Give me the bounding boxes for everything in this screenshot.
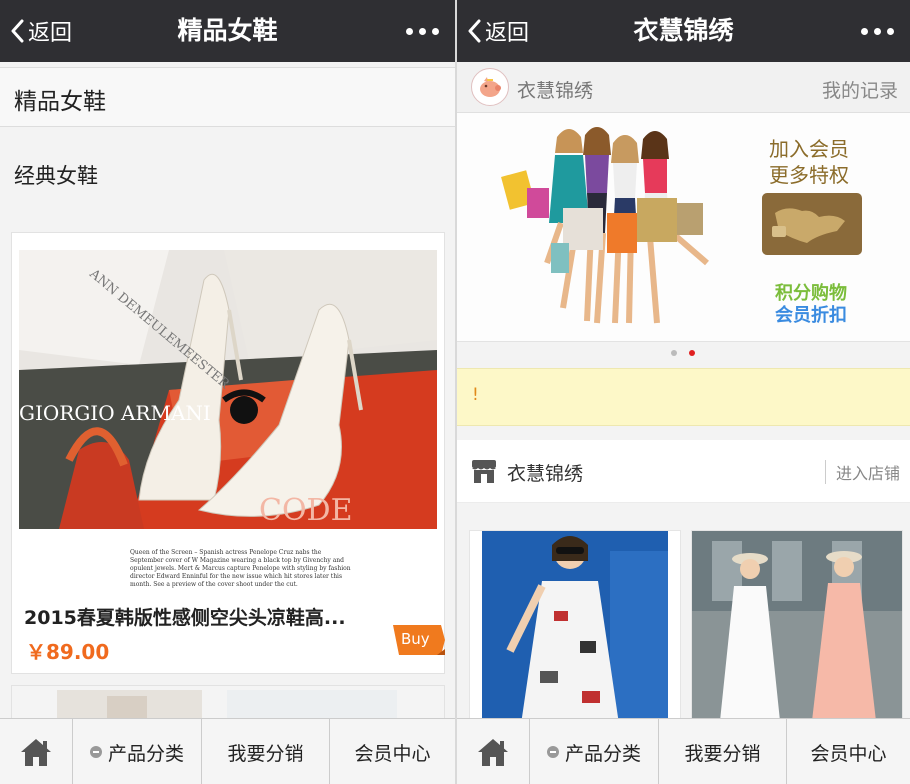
promo-banner[interactable]: 加入会员 更多特权 积分购物 会员折扣 — [457, 113, 910, 342]
product-name[interactable]: 2015春夏韩版性感侧空尖头凉鞋高... — [24, 603, 346, 630]
bottom-tab-bar: 产品分类 我要分销 会员中心 — [457, 718, 910, 784]
category-title: 精品女鞋 — [14, 89, 106, 115]
more-options-icon[interactable] — [406, 0, 439, 62]
tab-distribute[interactable]: 我要分销 — [658, 719, 786, 784]
carousel-dot[interactable] — [671, 350, 677, 356]
right-screen: 返回 衣慧锦绣 衣慧锦绣 我的记录 加入会员 更多特权 积分购物 会员折扣 ! … — [457, 0, 910, 784]
product-card[interactable]: ANN DEMEULEMEESTER GIORGIO ARMANI CODE Q… — [11, 232, 445, 674]
product-price: ￥89.00 — [26, 640, 110, 664]
back-label: 返回 — [485, 21, 530, 46]
bottom-tab-bar: 产品分类 我要分销 会员中心 — [0, 718, 455, 784]
my-records-link[interactable]: 我的记录 — [822, 76, 898, 103]
minus-circle-icon — [89, 746, 102, 758]
back-chevron-icon — [468, 19, 481, 43]
back-chevron-icon — [11, 19, 24, 43]
piggy-bank-icon — [480, 77, 501, 97]
product-image[interactable] — [692, 531, 902, 731]
carousel-indicator[interactable] — [671, 350, 695, 356]
tab-label: 会员中心 — [354, 742, 431, 765]
top-nav-bar: 返回 衣慧锦绣 — [457, 0, 910, 62]
home-icon — [21, 739, 51, 766]
more-options-icon[interactable] — [861, 0, 894, 62]
tab-product-category[interactable]: 产品分类 — [529, 719, 658, 784]
enter-shop-link[interactable]: 进入店铺 — [824, 460, 900, 484]
storefront-icon — [472, 460, 496, 483]
store-avatar[interactable] — [471, 68, 509, 106]
product-image[interactable]: ANN DEMEULEMEESTER GIORGIO ARMANI CODE — [19, 250, 437, 529]
tab-distribute[interactable]: 我要分销 — [201, 719, 329, 784]
top-nav-bar: 返回 精品女鞋 — [0, 0, 455, 62]
product-image[interactable] — [470, 531, 680, 731]
home-tab[interactable] — [0, 719, 72, 784]
home-icon — [478, 739, 508, 766]
tab-product-category[interactable]: 产品分类 — [72, 719, 201, 784]
banner-line-1: 加入会员 — [769, 137, 849, 161]
left-screen: 返回 精品女鞋 精品女鞋 经典女鞋 ANN DEMEULEMEESTER GIO… — [0, 0, 455, 784]
shop-name: 衣慧锦绣 — [507, 463, 584, 485]
buy-button[interactable]: Buy — [393, 625, 445, 655]
banner-line-2: 更多特权 — [769, 163, 849, 187]
back-button[interactable]: 返回 — [467, 0, 529, 62]
notice-bar: ! — [457, 368, 910, 426]
category-header: 精品女鞋 — [0, 67, 455, 127]
tab-label: 我要分销 — [684, 742, 761, 765]
section-title: 经典女鞋 — [14, 164, 98, 188]
tab-label: 会员中心 — [810, 742, 887, 765]
carousel-dot-active[interactable] — [689, 350, 695, 356]
tab-member-center[interactable]: 会员中心 — [786, 719, 910, 784]
store-name: 衣慧锦绣 — [517, 80, 594, 102]
back-button[interactable]: 返回 — [10, 0, 72, 62]
notice-text: ! — [472, 385, 479, 405]
tab-label: 我要分销 — [227, 742, 304, 765]
store-bar: 衣慧锦绣 我的记录 — [457, 62, 910, 113]
minus-circle-icon — [546, 746, 559, 758]
tab-label: 产品分类 — [564, 742, 641, 765]
product-tile[interactable] — [691, 530, 903, 732]
magazine-brand-text: GIORGIO ARMANI — [19, 401, 211, 425]
shop-row[interactable]: 衣慧锦绣 进入店铺 — [457, 440, 910, 503]
back-label: 返回 — [28, 21, 73, 46]
home-tab[interactable] — [457, 719, 529, 784]
tab-label: 产品分类 — [107, 742, 184, 765]
banner-line-4: 会员折扣 — [775, 305, 847, 326]
product-tile[interactable] — [469, 530, 681, 732]
buy-label: Buy — [401, 630, 430, 648]
tab-member-center[interactable]: 会员中心 — [329, 719, 455, 784]
magazine-caption: Queen of the Screen – Spanish actress Pe… — [130, 549, 351, 588]
magazine-title-text: CODE — [259, 493, 353, 528]
